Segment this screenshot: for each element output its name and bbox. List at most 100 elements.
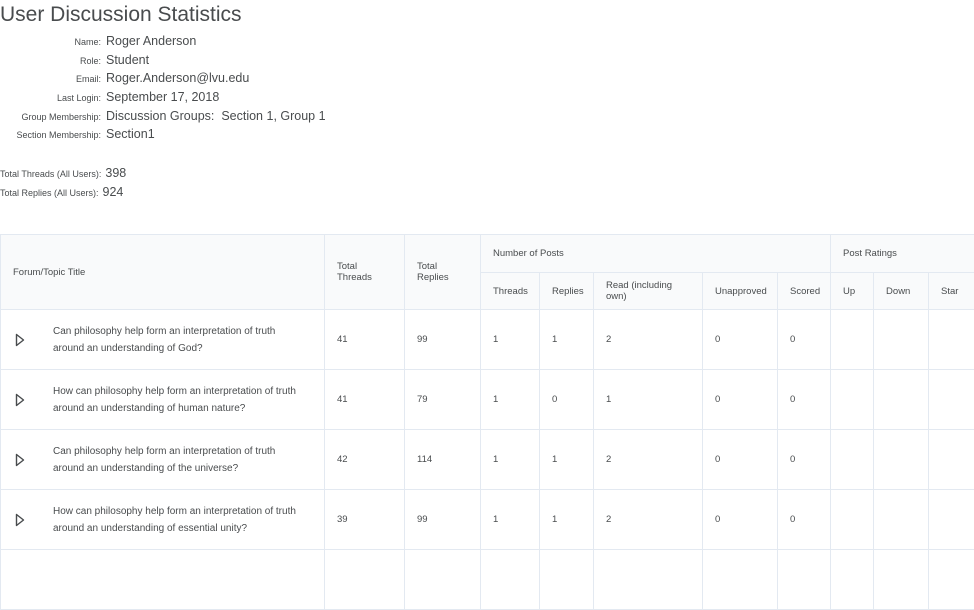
header-scored: Scored bbox=[778, 273, 831, 310]
header-down: Down bbox=[874, 273, 929, 310]
topic-title: How can philosophy help form an interpre… bbox=[53, 503, 312, 537]
topic-cell: Can philosophy help form an interpretati… bbox=[1, 430, 325, 490]
user-info: Name: Roger Anderson Role: Student Email… bbox=[0, 34, 326, 146]
down-cell bbox=[874, 370, 929, 430]
up-cell bbox=[831, 310, 874, 370]
down-cell bbox=[874, 430, 929, 490]
topic-title-line: around an understanding of God? bbox=[53, 340, 312, 357]
header-total-replies: Total Replies bbox=[405, 235, 481, 310]
unapproved-cell: 0 bbox=[703, 370, 778, 430]
threads-cell: 1 bbox=[481, 430, 540, 490]
total-replies-cell: 79 bbox=[405, 370, 481, 430]
topic-title-line: Can philosophy help form an interpretati… bbox=[53, 443, 312, 460]
header-unapproved: Unapproved bbox=[703, 273, 778, 310]
table-row: How can philosophy help form an interpre… bbox=[1, 370, 974, 430]
down-cell bbox=[874, 550, 929, 610]
name-value: Roger Anderson bbox=[106, 34, 196, 48]
total-threads-row: Total Threads (All Users): 398 bbox=[0, 166, 126, 185]
threads-cell: 1 bbox=[481, 310, 540, 370]
topic-title-line: Can philosophy help form an interpretati… bbox=[53, 323, 312, 340]
unapproved-cell: 0 bbox=[703, 310, 778, 370]
total-replies-cell: 99 bbox=[405, 490, 481, 550]
topic-cell: How can philosophy help form an interpre… bbox=[1, 370, 325, 430]
info-row-role: Role: Student bbox=[0, 53, 326, 72]
expand-triangle-icon[interactable] bbox=[15, 333, 25, 347]
down-cell bbox=[874, 490, 929, 550]
scored-cell: 0 bbox=[778, 310, 831, 370]
topic-title-line: around an understanding of the universe? bbox=[53, 460, 312, 477]
total-replies-row: Total Replies (All Users): 924 bbox=[0, 185, 126, 204]
star-cell bbox=[929, 490, 974, 550]
read-cell: 2 bbox=[594, 310, 703, 370]
total-replies-cell bbox=[405, 550, 481, 610]
read-cell bbox=[594, 550, 703, 610]
topic-title-line: How can philosophy help form an interpre… bbox=[53, 503, 312, 520]
topic-title-line: around an understanding of human nature? bbox=[53, 400, 312, 417]
header-up: Up bbox=[831, 273, 874, 310]
read-cell: 2 bbox=[594, 490, 703, 550]
info-row-last-login: Last Login: September 17, 2018 bbox=[0, 90, 326, 109]
header-topic-title: Forum/Topic Title bbox=[1, 235, 325, 310]
header-total-threads: Total Threads bbox=[325, 235, 405, 310]
total-replies-label: Total Replies (All Users): bbox=[0, 188, 99, 198]
section-membership-label: Section Membership: bbox=[0, 130, 101, 140]
header-post-ratings: Post Ratings bbox=[831, 235, 974, 273]
scored-cell: 0 bbox=[778, 490, 831, 550]
total-threads-cell bbox=[325, 550, 405, 610]
role-label: Role: bbox=[0, 56, 101, 66]
topic-cell: How can philosophy help form an interpre… bbox=[1, 490, 325, 550]
up-cell bbox=[831, 490, 874, 550]
total-threads-cell: 41 bbox=[325, 370, 405, 430]
header-number-of-posts: Number of Posts bbox=[481, 235, 831, 273]
email-value: Roger.Anderson@lvu.edu bbox=[106, 71, 249, 85]
section-membership-value: Section1 bbox=[106, 127, 155, 141]
table-row: How can philosophy help form an interpre… bbox=[1, 490, 974, 550]
header-replies: Replies bbox=[540, 273, 594, 310]
scored-cell: 0 bbox=[778, 430, 831, 490]
topic-title-line: around an understanding of essential uni… bbox=[53, 520, 312, 537]
threads-cell: 1 bbox=[481, 490, 540, 550]
unapproved-cell: 0 bbox=[703, 430, 778, 490]
header-threads: Threads bbox=[481, 273, 540, 310]
up-cell bbox=[831, 430, 874, 490]
group-membership-value: Discussion Groups: Section 1, Group 1 bbox=[106, 109, 326, 123]
header-read: Read (including own) bbox=[594, 273, 703, 310]
expand-triangle-icon[interactable] bbox=[15, 513, 25, 527]
table-row: Can philosophy help form an interpretati… bbox=[1, 310, 974, 370]
table-row-partial bbox=[1, 550, 974, 610]
expand-triangle-icon[interactable] bbox=[15, 453, 25, 467]
info-row-name: Name: Roger Anderson bbox=[0, 34, 326, 53]
read-cell: 1 bbox=[594, 370, 703, 430]
last-login-value: September 17, 2018 bbox=[106, 90, 219, 104]
info-row-group-membership: Group Membership: Discussion Groups: Sec… bbox=[0, 109, 326, 128]
name-label: Name: bbox=[0, 37, 101, 47]
down-cell bbox=[874, 310, 929, 370]
header-star: Star bbox=[929, 273, 974, 310]
topic-title-line: How can philosophy help form an interpre… bbox=[53, 383, 312, 400]
read-cell: 2 bbox=[594, 430, 703, 490]
group-membership-label: Group Membership: bbox=[0, 112, 101, 122]
replies-cell: 1 bbox=[540, 310, 594, 370]
expand-triangle-icon[interactable] bbox=[15, 393, 25, 407]
star-cell bbox=[929, 370, 974, 430]
total-threads-cell: 39 bbox=[325, 490, 405, 550]
total-threads-cell: 42 bbox=[325, 430, 405, 490]
star-cell bbox=[929, 430, 974, 490]
unapproved-cell bbox=[703, 550, 778, 610]
replies-cell: 1 bbox=[540, 490, 594, 550]
topic-title: Can philosophy help form an interpretati… bbox=[53, 443, 312, 477]
up-cell bbox=[831, 550, 874, 610]
scored-cell bbox=[778, 550, 831, 610]
email-label: Email: bbox=[0, 74, 101, 84]
replies-cell: 1 bbox=[540, 430, 594, 490]
up-cell bbox=[831, 370, 874, 430]
replies-cell bbox=[540, 550, 594, 610]
totals: Total Threads (All Users): 398 Total Rep… bbox=[0, 166, 126, 204]
topic-title: How can philosophy help form an interpre… bbox=[53, 383, 312, 417]
page-title: User Discussion Statistics bbox=[0, 3, 242, 27]
threads-cell: 1 bbox=[481, 370, 540, 430]
replies-cell: 0 bbox=[540, 370, 594, 430]
topic-cell bbox=[1, 550, 325, 610]
star-cell bbox=[929, 550, 974, 610]
star-cell bbox=[929, 310, 974, 370]
